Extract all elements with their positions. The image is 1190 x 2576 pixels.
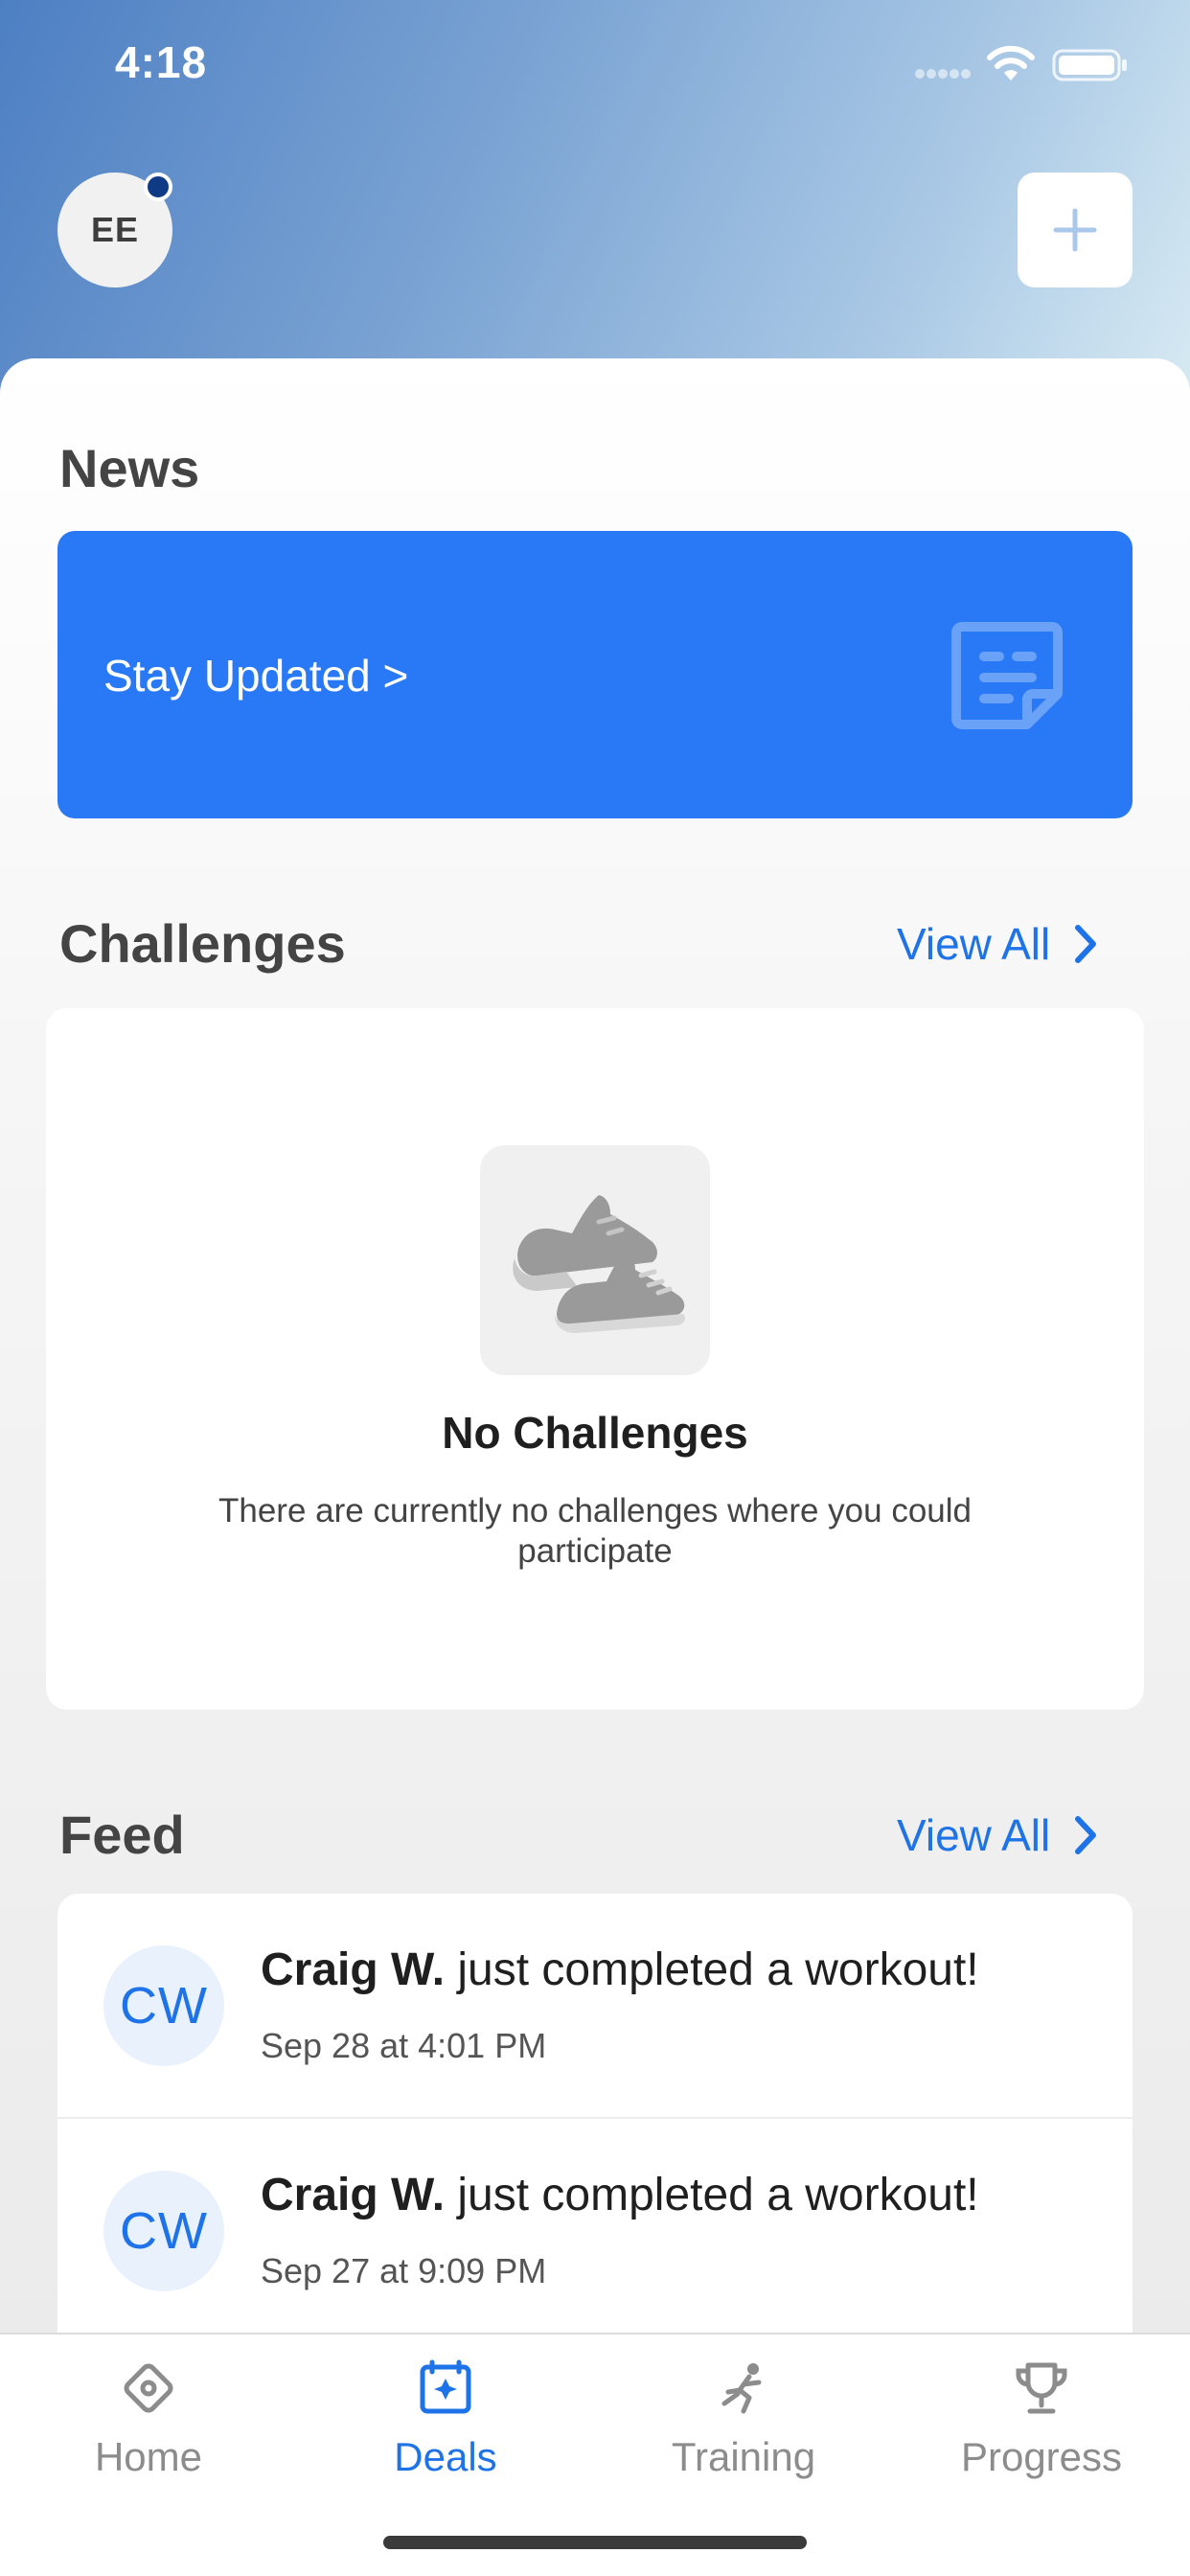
feed-message: Craig W. just completed a workout! xyxy=(261,1944,979,1996)
add-button[interactable] xyxy=(1018,172,1133,288)
tab-label: Home xyxy=(94,2434,203,2479)
tab-progress[interactable]: Progress xyxy=(893,2334,1190,2507)
feed-list: CW Craig W. just completed a workout! Se… xyxy=(57,1894,1133,2373)
feed-timestamp: Sep 27 at 9:09 PM xyxy=(261,2251,547,2290)
sneakers-icon xyxy=(480,1145,710,1375)
tab-label: Deals xyxy=(394,2434,497,2479)
chevron-right-icon xyxy=(1075,1816,1097,1854)
home-screen: 4:18 EE News Stay Updated > Challenges V… xyxy=(0,0,1190,2576)
view-all-label: View All xyxy=(897,919,1051,969)
news-card-label: Stay Updated > xyxy=(103,651,409,701)
tab-home[interactable]: Home xyxy=(0,2334,297,2507)
deals-icon xyxy=(420,2359,471,2414)
chevron-right-icon xyxy=(1075,925,1097,963)
tab-label: Training xyxy=(671,2434,816,2479)
news-title: News xyxy=(59,438,200,498)
feed-user-name: Craig W. xyxy=(261,2170,446,2220)
feed-action-text: just completed a workout! xyxy=(445,1944,979,1995)
status-time: 4:18 xyxy=(115,37,208,87)
challenges-view-all-link[interactable]: View All xyxy=(897,918,1098,970)
battery-icon xyxy=(1052,49,1127,81)
feed-message: Craig W. just completed a workout! xyxy=(261,2169,979,2221)
feed-item[interactable]: CW Craig W. just completed a workout! Se… xyxy=(57,1894,1133,2118)
tab-label: Progress xyxy=(960,2434,1123,2479)
feed-view-all-link[interactable]: View All xyxy=(897,1809,1098,1861)
document-icon xyxy=(951,622,1063,729)
feed-timestamp: Sep 28 at 4:01 PM xyxy=(261,2026,547,2065)
feed-avatar: CW xyxy=(103,2171,224,2291)
feed-action-text: just completed a workout! xyxy=(445,2170,979,2220)
feed-avatar: CW xyxy=(103,1945,224,2066)
home-indicator[interactable] xyxy=(383,2536,807,2549)
home-diamond-icon xyxy=(124,2363,173,2413)
status-bar: 4:18 xyxy=(0,0,1190,128)
wifi-icon xyxy=(987,45,1035,80)
news-card[interactable]: Stay Updated > xyxy=(57,531,1133,818)
tab-deals[interactable]: Deals xyxy=(297,2334,594,2507)
feed-user-name: Craig W. xyxy=(261,1944,446,1995)
running-figure-icon xyxy=(721,2363,762,2414)
plus-icon xyxy=(1053,208,1097,252)
cellular-signal-icon xyxy=(915,69,971,80)
notification-dot xyxy=(144,172,172,201)
empty-state-title: No Challenges xyxy=(442,1408,748,1458)
avatar-initials: EE xyxy=(90,210,140,249)
trophy-icon xyxy=(1016,2362,1067,2414)
feed-title: Feed xyxy=(59,1805,185,1865)
challenges-title: Challenges xyxy=(59,913,346,974)
view-all-label: View All xyxy=(897,1810,1051,1860)
feed-item[interactable]: CW Craig W. just completed a workout! Se… xyxy=(57,2117,1133,2341)
tab-training[interactable]: Training xyxy=(595,2334,892,2507)
challenges-card: No Challenges There are currently no cha… xyxy=(46,1008,1144,1710)
empty-state-description: There are currently no challenges where … xyxy=(218,1492,972,1570)
